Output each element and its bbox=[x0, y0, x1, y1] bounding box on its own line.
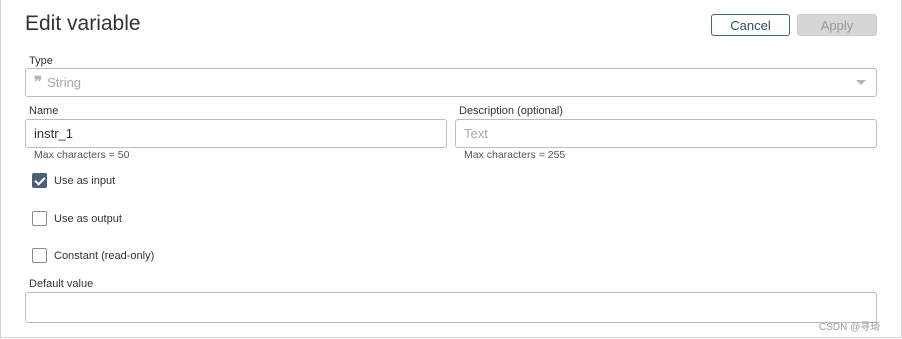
description-hint: Max characters = 255 bbox=[464, 149, 566, 161]
constant-label[interactable]: Constant (read-only) bbox=[54, 250, 154, 262]
default-value-field[interactable] bbox=[25, 292, 877, 323]
description-field[interactable] bbox=[455, 119, 877, 148]
dialog-title: Edit variable bbox=[25, 12, 141, 35]
chevron-down-icon[interactable] bbox=[856, 80, 866, 85]
use-as-output-checkbox[interactable] bbox=[32, 211, 47, 226]
use-as-input-checkbox[interactable] bbox=[32, 173, 47, 188]
apply-button[interactable]: Apply bbox=[797, 14, 877, 36]
name-label: Name bbox=[29, 105, 59, 117]
name-field[interactable]: instr_1 bbox=[25, 119, 447, 148]
name-value[interactable]: instr_1 bbox=[34, 126, 73, 141]
edit-variable-dialog: Edit variable Cancel Apply Type ❞ String… bbox=[0, 0, 902, 338]
constant-checkbox[interactable] bbox=[32, 248, 47, 263]
quote-icon: ❞ bbox=[34, 73, 42, 91]
type-select[interactable]: ❞ String bbox=[25, 68, 877, 97]
type-label: Type bbox=[29, 55, 53, 67]
name-hint: Max characters = 50 bbox=[34, 149, 130, 161]
description-label: Description (optional) bbox=[459, 105, 563, 117]
cancel-button[interactable]: Cancel bbox=[711, 14, 790, 36]
default-value-label: Default value bbox=[29, 278, 94, 290]
description-input[interactable] bbox=[456, 125, 876, 142]
type-value: String bbox=[47, 75, 82, 90]
watermark: CSDN @寻琦 bbox=[819, 322, 881, 333]
use-as-input-label[interactable]: Use as input bbox=[54, 175, 115, 187]
use-as-output-label[interactable]: Use as output bbox=[54, 213, 122, 225]
